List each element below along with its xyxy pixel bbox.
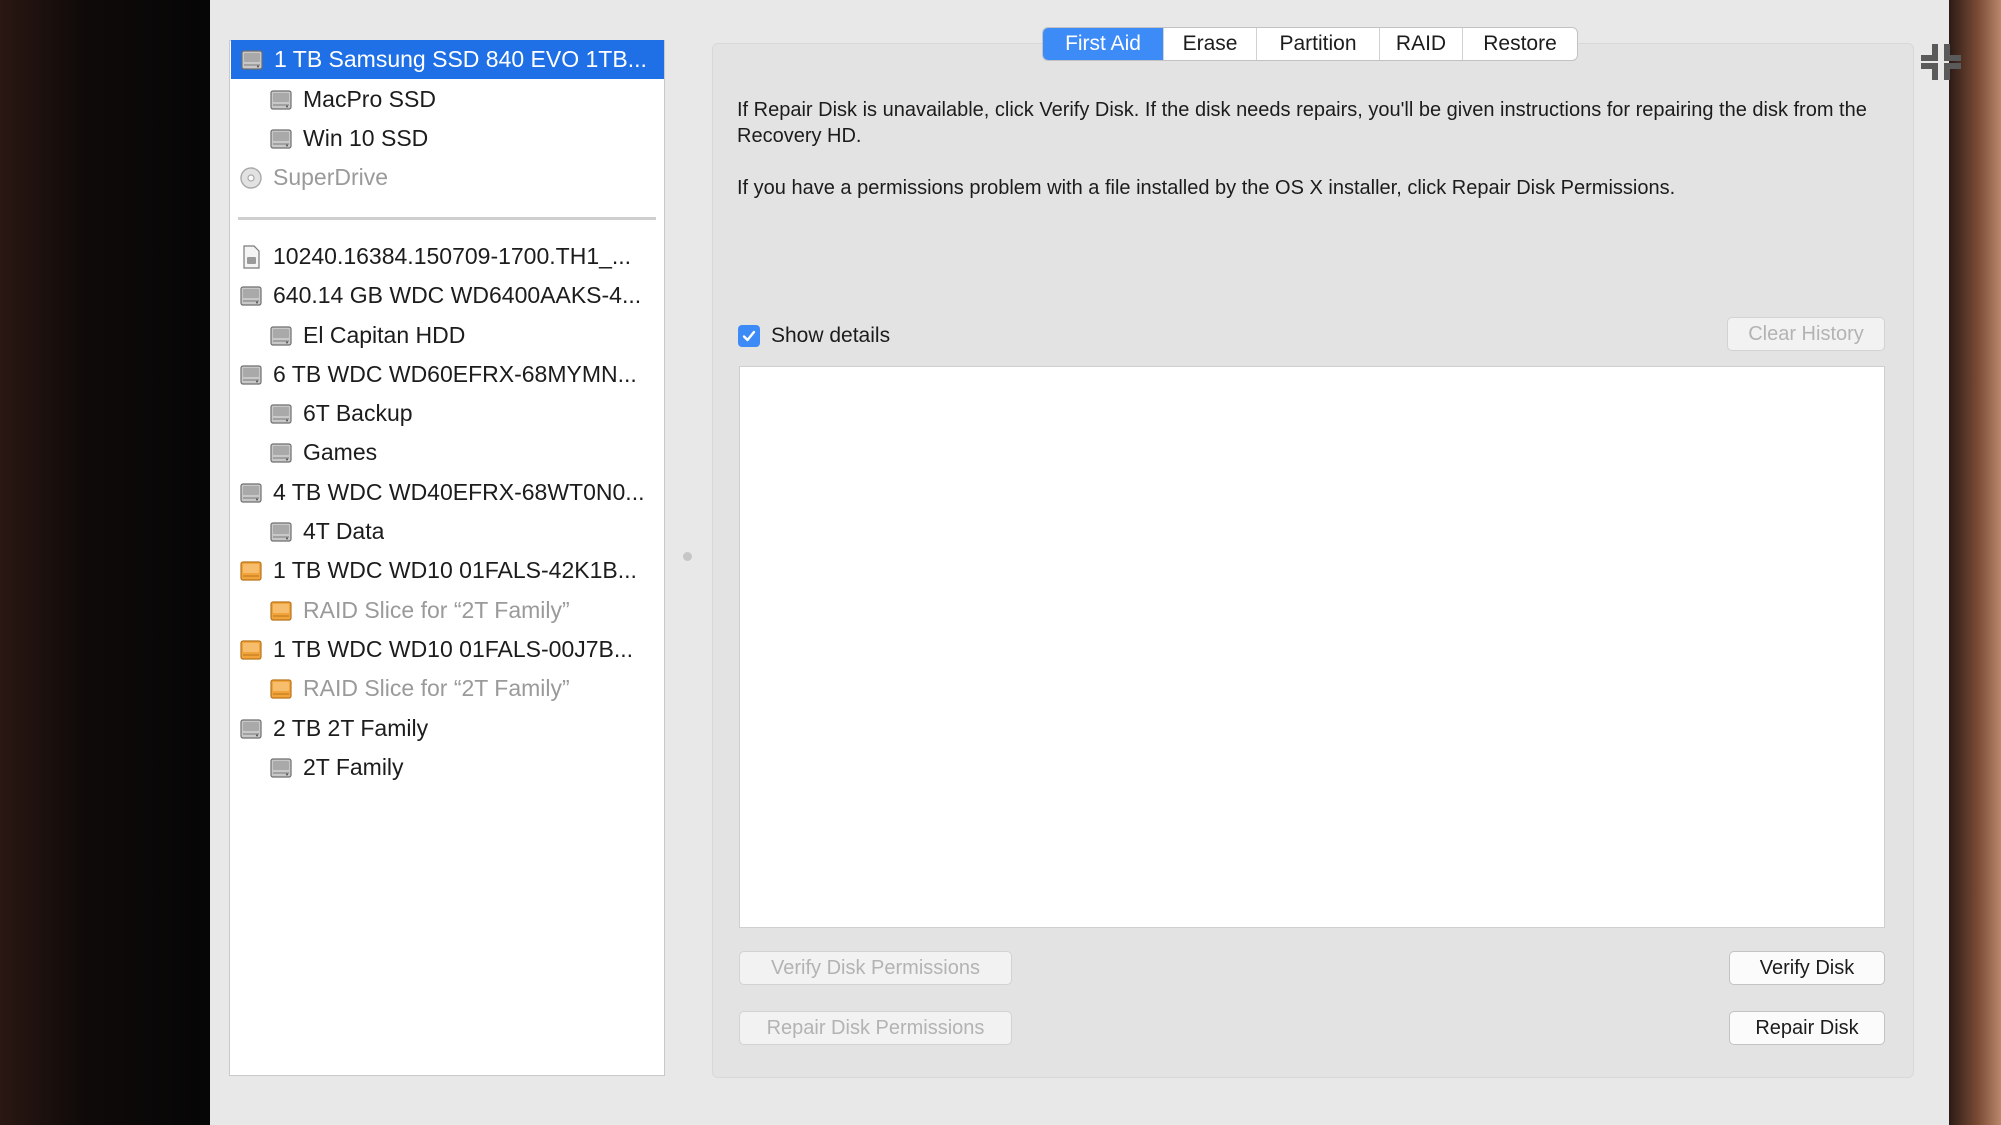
sidebar-item-label: 4 TB WDC WD40EFRX-68WT0N0... <box>273 479 645 505</box>
volume-icon <box>267 125 295 153</box>
sidebar-item-label: MacPro SSD <box>303 86 436 112</box>
sidebar-item-label: 2 TB 2T Family <box>273 715 429 741</box>
volume-icon <box>267 754 295 782</box>
first-aid-info-text: If Repair Disk is unavailable, click Ver… <box>737 99 1867 147</box>
verify-disk-button[interactable]: Verify Disk <box>1729 951 1885 985</box>
sidebar-item-label: 1 TB Samsung SSD 840 EVO 1TB... <box>274 46 647 72</box>
sidebar-item-label: Games <box>303 439 378 465</box>
optical-drive-icon <box>237 164 265 192</box>
clear-history-button[interactable]: Clear History <box>1727 317 1885 351</box>
volume-icon <box>267 86 295 114</box>
internal-disk-icon <box>237 282 265 310</box>
sidebar-item-1-tb-wdc-wd10-01fals-42k1b[interactable]: 1 TB WDC WD10 01FALS-42K1B... <box>230 551 664 590</box>
repair-disk-button[interactable]: Repair Disk <box>1729 1011 1885 1045</box>
sidebar-item-label: 6 TB WDC WD60EFRX-68MYMN... <box>273 361 637 387</box>
sidebar-item-superdrive[interactable]: SuperDrive <box>230 158 664 197</box>
internal-disk-icon <box>238 46 266 74</box>
raid-disk-icon <box>237 636 265 664</box>
exit-fullscreen-icon[interactable] <box>1917 38 1965 86</box>
sidebar-item-2-tb-2t-family[interactable]: 2 TB 2T Family <box>230 709 664 748</box>
sidebar-item-label: El Capitan HDD <box>303 322 466 348</box>
sidebar-item-macpro-ssd[interactable]: MacPro SSD <box>230 80 664 119</box>
sidebar-item-win-10-ssd[interactable]: Win 10 SSD <box>230 119 664 158</box>
sidebar-item-label: 4T Data <box>303 518 385 544</box>
tab-partition[interactable]: Partition <box>1257 28 1380 60</box>
internal-disk-icon <box>237 479 265 507</box>
raid-set-icon <box>237 715 265 743</box>
sidebar-item-raid-slice-for-2t-family[interactable]: RAID Slice for “2T Family” <box>230 669 664 708</box>
raid-slice-icon <box>267 675 295 703</box>
sidebar-item-6-tb-wdc-wd60efrx-68mymn[interactable]: 6 TB WDC WD60EFRX-68MYMN... <box>230 355 664 394</box>
details-log-area[interactable] <box>739 366 1885 928</box>
sidebar-item-label: 6T Backup <box>303 400 413 426</box>
sidebar-item-2t-family[interactable]: 2T Family <box>230 748 664 787</box>
sidebar-item-raid-slice-for-2t-family[interactable]: RAID Slice for “2T Family” <box>230 591 664 630</box>
sidebar-item-label: Win 10 SSD <box>303 125 429 151</box>
show-details-toggle[interactable]: Show details <box>738 324 890 348</box>
sidebar-item-label: RAID Slice for “2T Family” <box>303 675 570 701</box>
disk-image-icon <box>237 243 265 271</box>
disk-sidebar: 1 TB Samsung SSD 840 EVO 1TB... MacPro SS… <box>229 40 665 1076</box>
sidebar-item-10240-16384-150709-1700-th1[interactable]: 10240.16384.150709-1700.TH1_... <box>230 237 664 276</box>
background-right <box>1949 0 2001 1125</box>
tab-erase[interactable]: Erase <box>1164 28 1257 60</box>
verify-disk-permissions-button[interactable]: Verify Disk Permissions <box>739 951 1012 985</box>
show-details-label: Show details <box>771 324 891 347</box>
volume-icon <box>267 518 295 546</box>
sidebar-item-label: RAID Slice for “2T Family” <box>303 597 570 623</box>
volume-icon <box>267 322 295 350</box>
sidebar-item-label: 1 TB WDC WD10 01FALS-42K1B... <box>273 557 637 583</box>
sidebar-item-label: 2T Family <box>303 754 404 780</box>
show-details-checkbox[interactable] <box>738 325 760 347</box>
repair-disk-permissions-button[interactable]: Repair Disk Permissions <box>739 1011 1012 1045</box>
sidebar-item-6t-backup[interactable]: 6T Backup <box>230 394 664 433</box>
volume-icon <box>267 439 295 467</box>
permissions-info-text: If you have a permissions problem with a… <box>737 177 1676 199</box>
sidebar-item-640-14-gb-wdc-wd6400aaks-4[interactable]: 640.14 GB WDC WD6400AAKS-4... <box>230 276 664 315</box>
sidebar-item-el-capitan-hdd[interactable]: El Capitan HDD <box>230 316 664 355</box>
sidebar-item-games[interactable]: Games <box>230 433 664 472</box>
sidebar-item-1-tb-samsung-ssd-840-evo-1tb[interactable]: 1 TB Samsung SSD 840 EVO 1TB... <box>231 40 664 79</box>
background-left <box>0 0 210 1125</box>
internal-disk-icon <box>237 361 265 389</box>
tab-raid[interactable]: RAID <box>1380 28 1463 60</box>
sidebar-item-label: 640.14 GB WDC WD6400AAKS-4... <box>273 282 642 308</box>
sidebar-item-label: 10240.16384.150709-1700.TH1_... <box>273 243 632 269</box>
tab-first-aid[interactable]: First Aid <box>1043 28 1164 60</box>
sidebar-item-4-tb-wdc-wd40efrx-68wt0n0[interactable]: 4 TB WDC WD40EFRX-68WT0N0... <box>230 473 664 512</box>
sidebar-item-label: 1 TB WDC WD10 01FALS-00J7B... <box>273 636 634 662</box>
checkmark-icon <box>742 330 756 342</box>
sidebar-item-1-tb-wdc-wd10-01fals-00j7b[interactable]: 1 TB WDC WD10 01FALS-00J7B... <box>230 630 664 669</box>
split-view-handle[interactable] <box>683 552 692 561</box>
volume-icon <box>267 400 295 428</box>
tab-restore[interactable]: Restore <box>1463 28 1577 60</box>
tab-bar: First Aid Erase Partition RAID Restore <box>1042 27 1578 61</box>
raid-slice-icon <box>267 597 295 625</box>
raid-disk-icon <box>237 557 265 585</box>
sidebar-item-4t-data[interactable]: 4T Data <box>230 512 664 551</box>
sidebar-item-label: SuperDrive <box>273 164 389 190</box>
sidebar-divider <box>238 217 656 220</box>
